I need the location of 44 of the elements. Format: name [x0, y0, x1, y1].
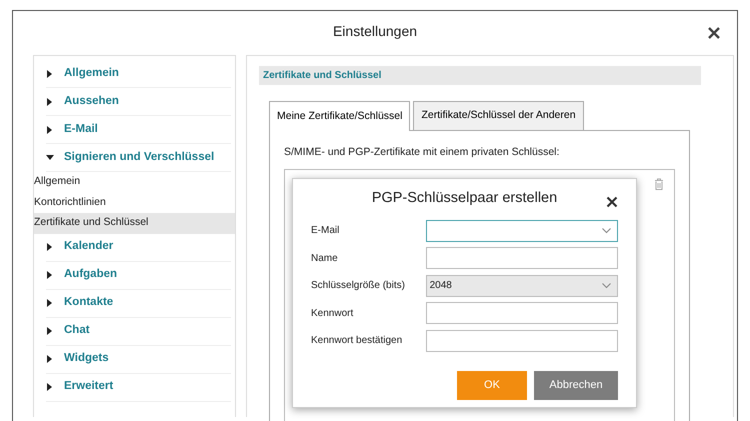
sidebar-item[interactable]: Erweitert	[46, 374, 231, 402]
sidebar-item[interactable]: Widgets	[46, 346, 231, 374]
tab[interactable]: Meine Zertifikate/Schlüssel	[269, 101, 410, 131]
sidebar-item[interactable]: Aussehen	[46, 88, 231, 116]
field-label: Kennwort bestätigen	[311, 334, 404, 348]
list-caption: S/MIME- und PGP-Zertifikate mit einem privaten Schlüssel:	[284, 145, 560, 160]
chevron-icon	[602, 228, 611, 234]
sidebar-subitem[interactable]: Zertifikate und Schlüssel	[34, 213, 235, 234]
caret-right-icon	[46, 70, 54, 78]
caret-right-icon	[46, 98, 54, 106]
caret-right-icon	[46, 383, 54, 391]
caret-right-icon	[46, 126, 54, 134]
sidebar-subitem[interactable]: Allgemein	[34, 172, 235, 192]
sidebar-subitem[interactable]: Kontorichtlinien	[34, 192, 235, 213]
dropdown-field[interactable]: 2048	[426, 274, 618, 297]
ok-button[interactable]: OK	[457, 370, 527, 400]
window-title: Einstellungen	[332, 22, 418, 41]
field-label: Schlüsselgröße (bits)	[311, 279, 406, 294]
sidebar-item[interactable]: Kalender	[46, 234, 231, 262]
dropdown-field[interactable]	[426, 220, 618, 242]
caret-right-icon	[46, 299, 54, 307]
sidebar-item[interactable]: Signieren und Verschlüssel	[46, 144, 231, 172]
caret-right-icon	[46, 327, 54, 335]
cancel-button[interactable]: Abbrechen	[534, 370, 618, 400]
trash-icon[interactable]	[654, 178, 664, 190]
input-field[interactable]	[426, 247, 618, 270]
sidebar-item[interactable]: Aufgaben	[46, 262, 231, 290]
field-label: E-Mail	[311, 224, 340, 238]
section-title: Zertifikate und Schlüssel	[263, 69, 382, 83]
field-label: Name	[311, 252, 339, 266]
caret-right-icon	[46, 243, 54, 251]
input-field[interactable]	[426, 302, 618, 324]
sidebar-item[interactable]: Kontakte	[46, 290, 231, 318]
caret-right-icon	[46, 355, 54, 363]
sidebar-item[interactable]: Chat	[46, 318, 231, 346]
caret-right-icon	[46, 271, 54, 279]
input-field[interactable]	[426, 330, 618, 352]
sidebar-item[interactable]: Allgemein	[46, 60, 231, 88]
caret-down-icon	[46, 154, 54, 162]
field-label: Kennwort	[311, 306, 354, 321]
tab[interactable]: Zertifikate/Schlüssel der Anderen	[413, 101, 584, 130]
dialog-title: PGP-Schlüsselpaar erstellen	[372, 189, 558, 208]
sidebar-item[interactable]: E-Mail	[46, 116, 231, 144]
chevron-icon	[602, 282, 611, 289]
